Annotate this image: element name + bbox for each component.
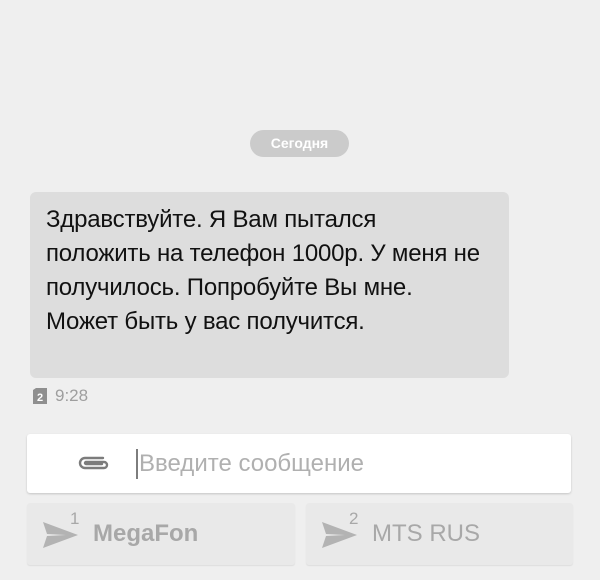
send-sim1-button[interactable]: 1 MegaFon: [27, 503, 295, 565]
message-time: 9:28: [55, 386, 89, 405]
message-text: Здравствуйте. Я Вам пытался положить на …: [46, 206, 480, 335]
message-input[interactable]: [139, 434, 559, 493]
sim-card-icon: 2: [33, 388, 47, 404]
date-separator: Сегодня: [250, 130, 349, 157]
sim-number: 2: [349, 509, 359, 528]
sim-number: 1: [70, 509, 80, 528]
message-meta: 2 9:28: [33, 385, 88, 407]
carrier-name: MTS RUS: [372, 520, 480, 547]
sms-conversation-screen: Сегодня Здравствуйте. Я Вам пытался поло…: [0, 0, 600, 580]
paperclip-icon[interactable]: [74, 452, 112, 474]
carrier-name: MegaFon: [93, 520, 199, 547]
compose-bar: [27, 434, 571, 493]
send-sim2-button[interactable]: 2 MTS RUS: [306, 503, 573, 565]
sim-badge-number: 2: [37, 392, 43, 404]
text-cursor: [136, 449, 138, 479]
incoming-message-bubble[interactable]: Здравствуйте. Я Вам пытался положить на …: [30, 192, 509, 378]
